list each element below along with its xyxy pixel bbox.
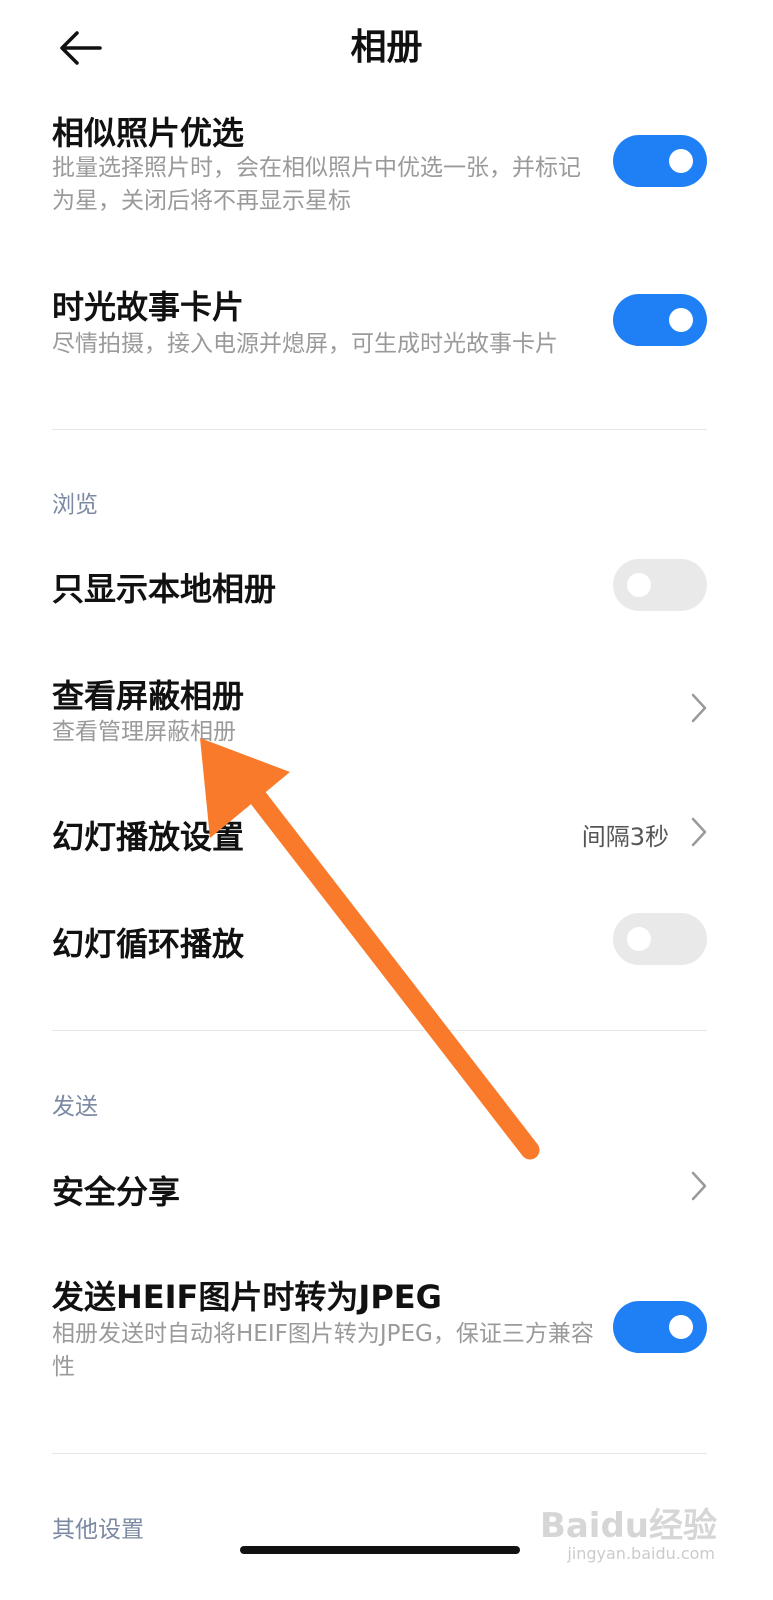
home-indicator xyxy=(240,1546,520,1554)
local-only-title: 只显示本地相册 xyxy=(52,570,277,608)
toggle-knob xyxy=(627,573,651,597)
secure-share-title: 安全分享 xyxy=(52,1173,181,1211)
toggle-knob xyxy=(627,927,651,951)
slideshow-settings-row[interactable]: 幻灯播放设置 间隔3秒 xyxy=(0,800,773,865)
hidden-albums-row[interactable]: 查看屏蔽相册 查看管理屏蔽相册 xyxy=(0,665,773,755)
hidden-albums-desc: 查看管理屏蔽相册 xyxy=(52,719,236,745)
hidden-albums-title: 查看屏蔽相册 xyxy=(52,677,245,715)
divider xyxy=(52,1030,707,1031)
similar-photos-title: 相似照片优选 xyxy=(52,114,245,152)
chevron-right-icon xyxy=(691,1171,707,1201)
slideshow-loop-title: 幻灯循环播放 xyxy=(52,925,245,963)
page-title: 相册 xyxy=(350,27,423,68)
slideshow-loop-toggle[interactable] xyxy=(613,913,707,965)
story-card-row[interactable]: 时光故事卡片 尽情拍摄，接入电源并熄屏，可生成时光故事卡片 xyxy=(0,270,773,380)
watermark-subtext: jingyan.baidu.com xyxy=(567,1544,715,1563)
chevron-right-icon xyxy=(691,817,707,847)
similar-photos-toggle[interactable] xyxy=(613,135,707,187)
story-card-toggle[interactable] xyxy=(613,294,707,346)
heif-to-jpeg-title: 发送HEIF图片时转为JPEG xyxy=(52,1278,442,1316)
divider xyxy=(52,1453,707,1454)
slideshow-interval-value: 间隔3秒 xyxy=(581,823,669,851)
story-card-title: 时光故事卡片 xyxy=(52,288,245,326)
local-only-toggle[interactable] xyxy=(613,559,707,611)
slideshow-settings-title: 幻灯播放设置 xyxy=(52,818,245,856)
heif-to-jpeg-desc: 相册发送时自动将HEIF图片转为JPEG，保证三方兼容性 xyxy=(52,1321,594,1380)
heif-to-jpeg-toggle[interactable] xyxy=(613,1301,707,1353)
similar-photos-desc: 批量选择照片时，会在相似照片中优选一张，并标记为星，关闭后将不再显示星标 xyxy=(52,155,581,214)
heif-to-jpeg-row[interactable]: 发送HEIF图片时转为JPEG 相册发送时自动将HEIF图片转为JPEG，保证三… xyxy=(0,1268,773,1398)
story-card-desc: 尽情拍摄，接入电源并熄屏，可生成时光故事卡片 xyxy=(52,331,558,357)
slideshow-loop-row[interactable]: 幻灯循环播放 xyxy=(0,905,773,975)
section-label-browse: 浏览 xyxy=(52,492,98,518)
divider xyxy=(52,429,707,430)
secure-share-row[interactable]: 安全分享 xyxy=(0,1155,773,1220)
baidu-watermark: Baidu经验 jingyan.baidu.com xyxy=(537,1482,737,1582)
top-bar: 相册 xyxy=(0,0,773,100)
toggle-knob xyxy=(669,1315,693,1339)
section-label-other: 其他设置 xyxy=(52,1517,144,1543)
chevron-right-icon xyxy=(691,693,707,723)
toggle-knob xyxy=(669,308,693,332)
local-only-row[interactable]: 只显示本地相册 xyxy=(0,550,773,620)
similar-photos-row[interactable]: 相似照片优选 批量选择照片时，会在相似照片中优选一张，并标记为星，关闭后将不再显… xyxy=(0,100,773,240)
watermark-text: Baidu经验 xyxy=(539,1506,717,1546)
section-label-send: 发送 xyxy=(52,1094,98,1120)
toggle-knob xyxy=(669,149,693,173)
